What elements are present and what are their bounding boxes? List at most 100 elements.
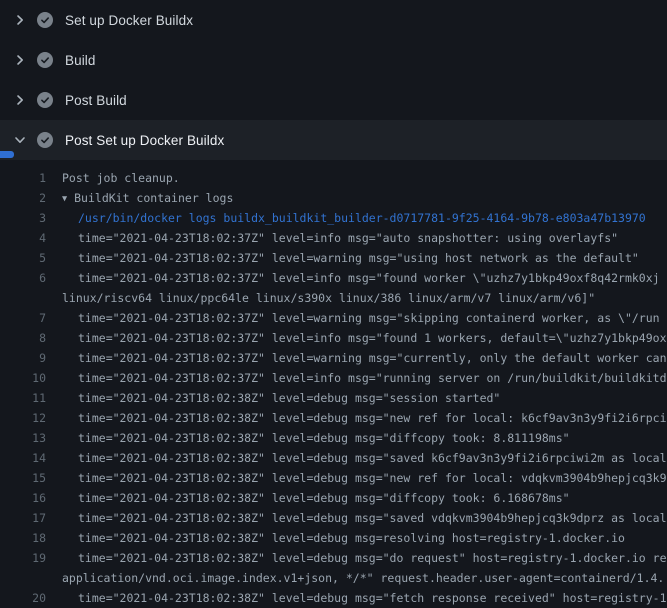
chevron-right-icon[interactable] <box>12 52 28 68</box>
log-line-number[interactable]: 6 <box>0 268 46 288</box>
log-line: 6 ▼time="2021-04-23T18:02:37Z" level=inf… <box>0 268 667 288</box>
log-line-message: /usr/bin/docker logs buildx_buildkit_bui… <box>78 211 646 225</box>
log-line-message: time="2021-04-23T18:02:38Z" level=debug … <box>78 551 667 565</box>
log-line-number[interactable]: 7 <box>0 308 46 328</box>
log-line: 8 ▼time="2021-04-23T18:02:37Z" level=inf… <box>0 328 667 348</box>
log-line-message: time="2021-04-23T18:02:37Z" level=info m… <box>78 271 660 285</box>
log-line-text: ▼time="2021-04-23T18:02:37Z" level=info … <box>78 268 660 288</box>
log-line: 9 ▼time="2021-04-23T18:02:37Z" level=war… <box>0 348 667 368</box>
log-line-message: time="2021-04-23T18:02:38Z" level=debug … <box>78 451 667 465</box>
log-line-number[interactable]: 19 <box>0 548 46 568</box>
log-line-number[interactable]: 13 <box>0 428 46 448</box>
focus-accent-mark <box>0 151 14 158</box>
log-line-message: time="2021-04-23T18:02:37Z" level=info m… <box>78 331 667 345</box>
log-line-message: time="2021-04-23T18:02:38Z" level=debug … <box>78 431 570 445</box>
log-line-message: time="2021-04-23T18:02:37Z" level=warnin… <box>78 251 639 265</box>
log-line: 19 ▼time="2021-04-23T18:02:38Z" level=de… <box>0 548 667 568</box>
log-line-number[interactable]: 10 <box>0 368 46 388</box>
job-steps-list: Set up Docker Buildx Build <box>0 0 667 160</box>
step-section-header[interactable]: Build <box>0 40 667 80</box>
log-line-text[interactable]: ▼ BuildKit container logs <box>62 188 233 208</box>
log-line-text: ▼time="2021-04-23T18:02:38Z" level=debug… <box>78 468 667 488</box>
log-line-text: ▼time="2021-04-23T18:02:38Z" level=debug… <box>78 588 667 608</box>
log-line-number[interactable]: 18 <box>0 528 46 548</box>
log-line-message: application/vnd.oci.image.index.v1+json,… <box>62 571 664 585</box>
log-line-number[interactable]: 8 <box>0 328 46 348</box>
log-line-text: ▼linux/riscv64 linux/ppc64le linux/s390x… <box>62 288 595 308</box>
log-line: ▼linux/riscv64 linux/ppc64le linux/s390x… <box>0 288 667 308</box>
log-line: 4 ▼time="2021-04-23T18:02:37Z" level=inf… <box>0 228 667 248</box>
step-section-header[interactable]: Post Set up Docker Buildx <box>0 120 667 160</box>
chevron-down-icon[interactable] <box>12 132 28 148</box>
log-line: 1 ▼Post job cleanup. <box>0 168 667 188</box>
log-line-text: ▼time="2021-04-23T18:02:38Z" level=debug… <box>78 488 570 508</box>
step-section-label: Post Set up Docker Buildx <box>65 133 224 148</box>
log-line: 14 ▼time="2021-04-23T18:02:38Z" level=de… <box>0 448 667 468</box>
log-line: 18 ▼time="2021-04-23T18:02:38Z" level=de… <box>0 528 667 548</box>
log-line: 7 ▼time="2021-04-23T18:02:37Z" level=war… <box>0 308 667 328</box>
log-line-message: time="2021-04-23T18:02:38Z" level=debug … <box>78 511 667 525</box>
step-section-label: Set up Docker Buildx <box>65 13 193 28</box>
log-line-message: time="2021-04-23T18:02:38Z" level=debug … <box>78 531 625 545</box>
triangle-down-icon[interactable]: ▼ <box>62 194 67 204</box>
log-line-message: time="2021-04-23T18:02:38Z" level=debug … <box>78 411 667 425</box>
log-line-number[interactable] <box>0 288 46 308</box>
log-line: ▼application/vnd.oci.image.index.v1+json… <box>0 568 667 588</box>
log-line-message: time="2021-04-23T18:02:37Z" level=warnin… <box>78 311 660 325</box>
log-line-message: time="2021-04-23T18:02:38Z" level=debug … <box>78 591 667 605</box>
log-line-message: linux/riscv64 linux/ppc64le linux/s390x … <box>62 291 595 305</box>
log-line-message: time="2021-04-23T18:02:38Z" level=debug … <box>78 491 570 505</box>
log-line-text: ▼time="2021-04-23T18:02:38Z" level=debug… <box>78 548 667 568</box>
log-line-text: ▼/usr/bin/docker logs buildx_buildkit_bu… <box>78 208 646 228</box>
log-line: 15 ▼time="2021-04-23T18:02:38Z" level=de… <box>0 468 667 488</box>
check-circle-icon <box>37 92 53 108</box>
log-viewer: 1 ▼Post job cleanup. 2 ▼ BuildKit contain… <box>0 160 667 608</box>
log-line: 2 ▼ BuildKit container logs <box>0 188 667 208</box>
log-line-message: time="2021-04-23T18:02:38Z" level=debug … <box>78 391 500 405</box>
step-section-label: Build <box>65 53 96 68</box>
log-line-text: ▼time="2021-04-23T18:02:38Z" level=debug… <box>78 448 667 468</box>
log-line: 11 ▼time="2021-04-23T18:02:38Z" level=de… <box>0 388 667 408</box>
log-line-message: time="2021-04-23T18:02:37Z" level=warnin… <box>78 351 667 365</box>
log-line-number[interactable]: 1 <box>0 168 46 188</box>
log-line-message: time="2021-04-23T18:02:38Z" level=debug … <box>78 471 667 485</box>
log-line-text: ▼time="2021-04-23T18:02:38Z" level=debug… <box>78 408 667 428</box>
check-circle-icon <box>37 52 53 68</box>
log-line-message: BuildKit container logs <box>74 191 233 205</box>
chevron-right-icon[interactable] <box>12 92 28 108</box>
log-line-number[interactable]: 2 <box>0 188 46 208</box>
log-line-text: ▼time="2021-04-23T18:02:37Z" level=warni… <box>78 308 660 328</box>
log-line-number[interactable] <box>0 568 46 588</box>
log-line-text: ▼time="2021-04-23T18:02:37Z" level=info … <box>78 368 667 388</box>
check-circle-icon <box>37 12 53 28</box>
step-section-header[interactable]: Set up Docker Buildx <box>0 0 667 40</box>
log-line-number[interactable]: 4 <box>0 228 46 248</box>
log-line-message: time="2021-04-23T18:02:37Z" level=info m… <box>78 231 618 245</box>
chevron-right-icon[interactable] <box>12 12 28 28</box>
log-line-number[interactable]: 3 <box>0 208 46 228</box>
log-line: 17 ▼time="2021-04-23T18:02:38Z" level=de… <box>0 508 667 528</box>
log-line: 12 ▼time="2021-04-23T18:02:38Z" level=de… <box>0 408 667 428</box>
log-line-message: Post job cleanup. <box>62 171 180 185</box>
log-line-number[interactable]: 12 <box>0 408 46 428</box>
log-line: 5 ▼time="2021-04-23T18:02:37Z" level=war… <box>0 248 667 268</box>
log-line-text: ▼time="2021-04-23T18:02:38Z" level=debug… <box>78 388 500 408</box>
check-circle-icon <box>37 132 53 148</box>
log-line-text: ▼time="2021-04-23T18:02:38Z" level=debug… <box>78 528 625 548</box>
log-line: 10 ▼time="2021-04-23T18:02:37Z" level=in… <box>0 368 667 388</box>
log-line-text: ▼time="2021-04-23T18:02:37Z" level=info … <box>78 228 618 248</box>
log-line-text: ▼application/vnd.oci.image.index.v1+json… <box>62 568 664 588</box>
log-line: 16 ▼time="2021-04-23T18:02:38Z" level=de… <box>0 488 667 508</box>
log-line-number[interactable]: 15 <box>0 468 46 488</box>
log-line-number[interactable]: 17 <box>0 508 46 528</box>
log-line-number[interactable]: 16 <box>0 488 46 508</box>
log-line-number[interactable]: 14 <box>0 448 46 468</box>
log-line-number[interactable]: 9 <box>0 348 46 368</box>
log-line-number[interactable]: 11 <box>0 388 46 408</box>
log-line-text: ▼Post job cleanup. <box>62 168 180 188</box>
log-line-number[interactable]: 20 <box>0 588 46 608</box>
log-line-text: ▼time="2021-04-23T18:02:37Z" level=info … <box>78 328 667 348</box>
log-line-message: time="2021-04-23T18:02:37Z" level=info m… <box>78 371 667 385</box>
step-section-header[interactable]: Post Build <box>0 80 667 120</box>
log-line-number[interactable]: 5 <box>0 248 46 268</box>
